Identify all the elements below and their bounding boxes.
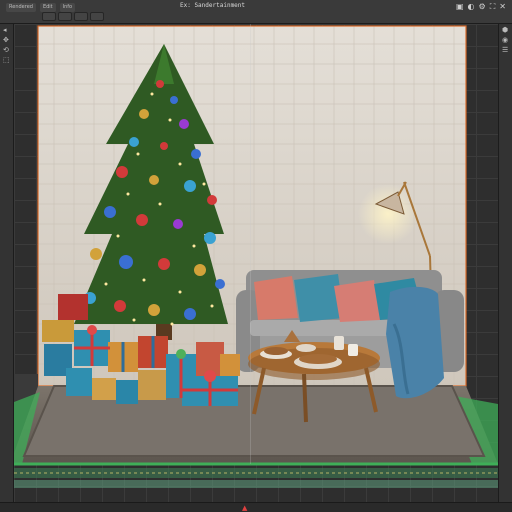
select-box-icon[interactable]: ⬚ (3, 56, 10, 64)
object-icon[interactable]: ⬢ (502, 26, 509, 34)
tool-button[interactable] (58, 12, 72, 21)
editor-top-bar: Rendered Edit Info Ex: Sandertainment ▣ … (0, 0, 512, 24)
editor-menu: Rendered Edit Info (6, 3, 76, 12)
3d-viewport[interactable] (14, 24, 498, 512)
tool-button[interactable] (42, 12, 56, 21)
move-icon[interactable]: ✥ (3, 36, 10, 44)
playhead-marker-icon[interactable]: ▲ (242, 504, 247, 512)
render-scene (14, 25, 498, 488)
left-toolbar: ◂ ✥ ⟲ ⬚ (0, 24, 14, 512)
material-icon[interactable]: ◉ (502, 36, 509, 44)
tool-button[interactable] (74, 12, 88, 21)
view-icon[interactable]: ▣ (456, 2, 464, 12)
fullscreen-icon[interactable]: ⛶ (490, 2, 496, 12)
menu-item-info[interactable]: Info (59, 3, 76, 12)
tool-row (0, 12, 512, 24)
close-icon[interactable]: ✕ (499, 2, 506, 12)
window-title: Ex: Sandertainment (180, 2, 246, 9)
shading-icon[interactable]: ◐ (468, 2, 475, 12)
grid-bottom-band (14, 468, 498, 488)
menu-item-edit[interactable]: Edit (39, 3, 56, 12)
rotate-icon[interactable]: ⟲ (3, 46, 10, 54)
blanket[interactable] (386, 286, 444, 399)
right-toolbar: ⬢ ◉ ☰ (498, 24, 512, 512)
menu-item-rendered[interactable]: Rendered (6, 3, 36, 12)
top-icon-group: ▣ ◐ ⚙ ⛶ ✕ (456, 2, 506, 12)
collapse-icon[interactable]: ◂ (3, 26, 10, 34)
viewport-center-guide (250, 24, 251, 464)
settings-icon[interactable]: ⚙ (479, 2, 486, 12)
layers-icon[interactable]: ☰ (502, 46, 509, 54)
tool-button[interactable] (90, 12, 104, 21)
timeline-bar[interactable]: ▲ (0, 502, 512, 512)
